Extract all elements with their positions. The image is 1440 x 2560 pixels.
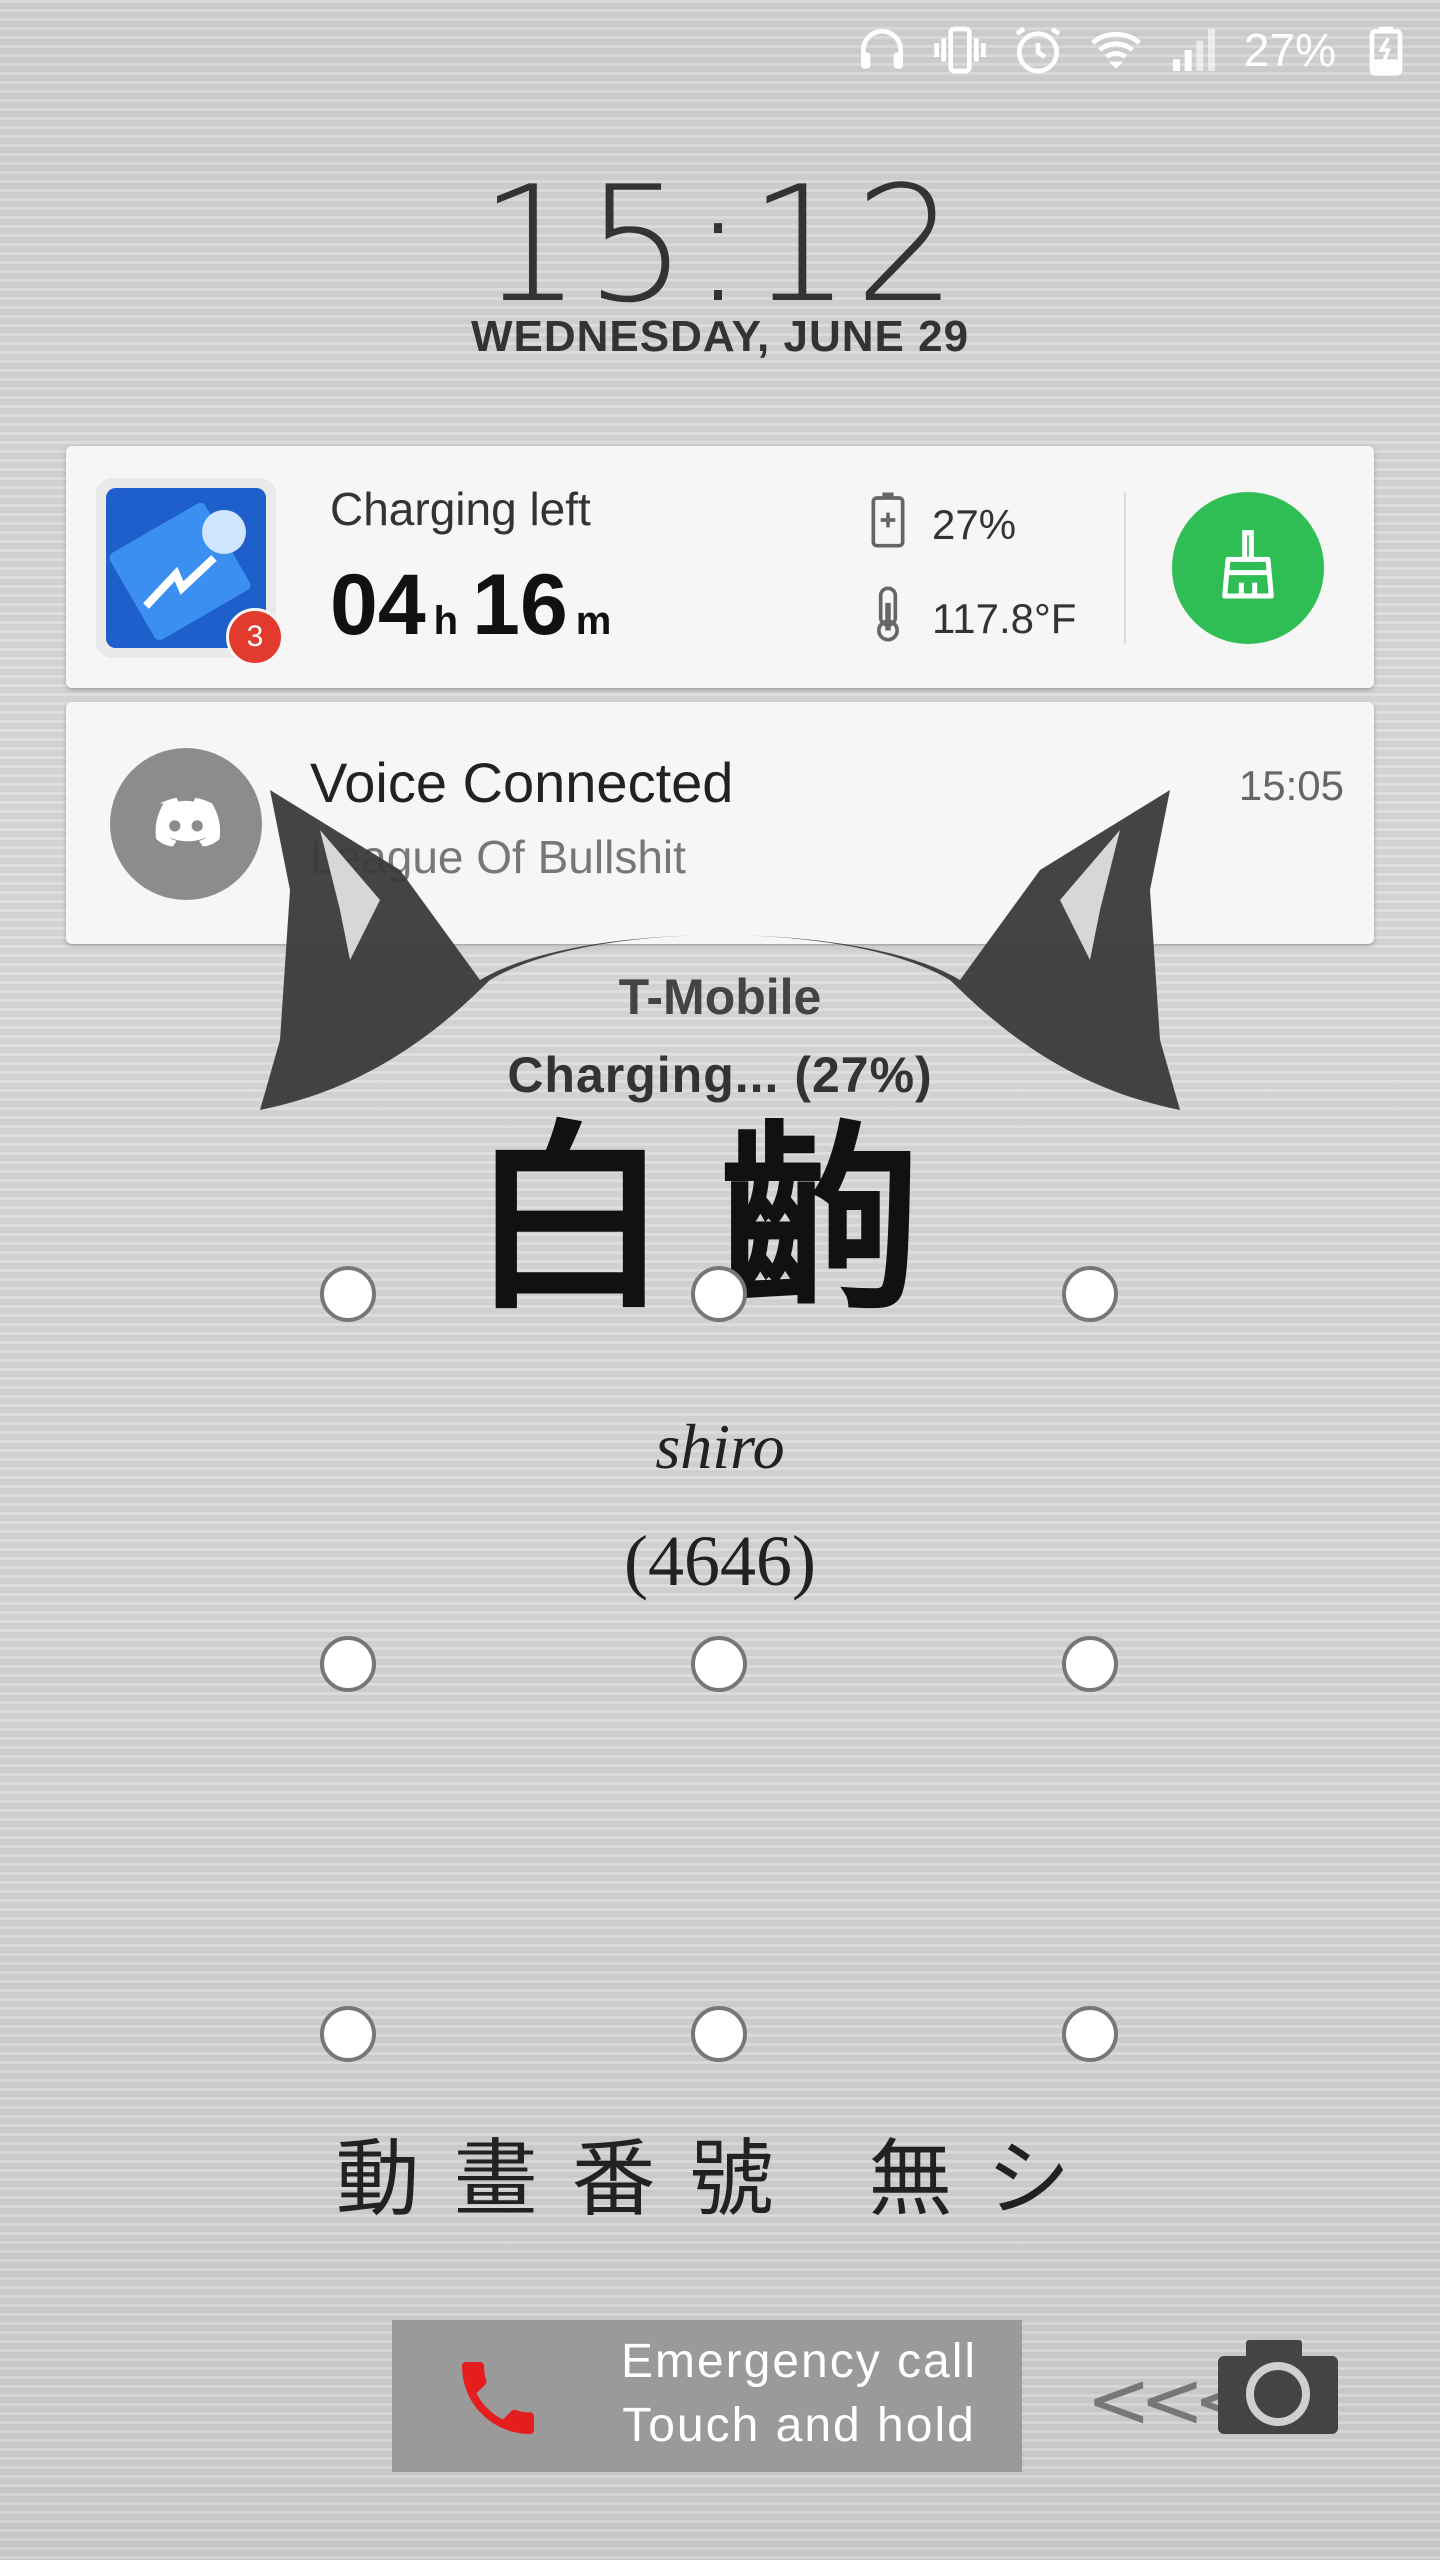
pattern-dot-8[interactable] (691, 2006, 747, 2062)
status-bar: 27% (0, 0, 1440, 100)
touch-and-hold-label: Touch and hold (622, 2399, 976, 2452)
vibrate-icon (932, 22, 988, 78)
pattern-dot-7[interactable] (320, 2006, 376, 2062)
temperature-row: 117.8°F (866, 584, 1076, 654)
broom-icon (1208, 526, 1288, 611)
emergency-call-label: Emergency call (620, 2335, 978, 2388)
wifi-icon (1088, 22, 1144, 78)
alarm-icon (1010, 22, 1066, 78)
battery-charging-icon (1358, 22, 1414, 78)
hours-value: 04 (330, 557, 426, 653)
wallpaper-name: shiro (655, 1411, 785, 1482)
pattern-dot-2[interactable] (691, 1266, 747, 1322)
battery-level-row: 27% (866, 490, 1016, 560)
divider (1124, 492, 1126, 644)
pattern-dot-4[interactable] (320, 1636, 376, 1692)
thermometer-icon (866, 584, 910, 654)
emergency-call-button[interactable]: Emergency call Touch and hold (392, 2320, 1022, 2472)
pattern-dot-6[interactable] (1062, 1636, 1118, 1692)
pattern-dot-3[interactable] (1062, 1266, 1118, 1322)
battery-percent: 27% (1243, 24, 1336, 76)
temperature: 117.8°F (932, 595, 1077, 642)
battery-app-icon: 3 (96, 478, 284, 666)
headset-icon (854, 22, 910, 78)
wallpaper-code: (4646) (624, 1521, 816, 1601)
lockscreen-clock: 15:12 (479, 151, 961, 338)
battery-notification-card[interactable]: 3 Charging left 04 h 16 m 27% 117.8°F (66, 446, 1374, 688)
notification-badge: 3 (226, 608, 284, 666)
phone-icon (462, 2362, 534, 2434)
camera-icon[interactable] (1216, 2336, 1340, 2436)
battery-level: 27% (932, 501, 1017, 548)
minutes-value: 16 (472, 557, 568, 653)
pattern-dot-1[interactable] (320, 1266, 376, 1322)
signal-icon (1166, 22, 1222, 78)
carrier-label: T-Mobile (618, 969, 822, 1025)
hours-unit: h (433, 599, 459, 643)
pattern-dot-5[interactable] (691, 1636, 747, 1692)
charging-time: 04 h 16 m (330, 556, 625, 655)
wallpaper-bottom-text: 動畫番號 無シ (335, 2130, 1105, 2228)
battery-outline-icon (866, 490, 910, 560)
charging-status: Charging... (27%) (507, 1047, 933, 1103)
clean-button[interactable] (1172, 492, 1324, 644)
minutes-unit: m (575, 599, 612, 643)
charging-left-label: Charging left (330, 483, 591, 535)
pattern-dot-9[interactable] (1062, 2006, 1118, 2062)
notification-time: 15:05 (1238, 762, 1344, 809)
lockscreen-date: WEDNESDAY, JUNE 29 (470, 312, 970, 361)
discord-icon (110, 748, 262, 900)
